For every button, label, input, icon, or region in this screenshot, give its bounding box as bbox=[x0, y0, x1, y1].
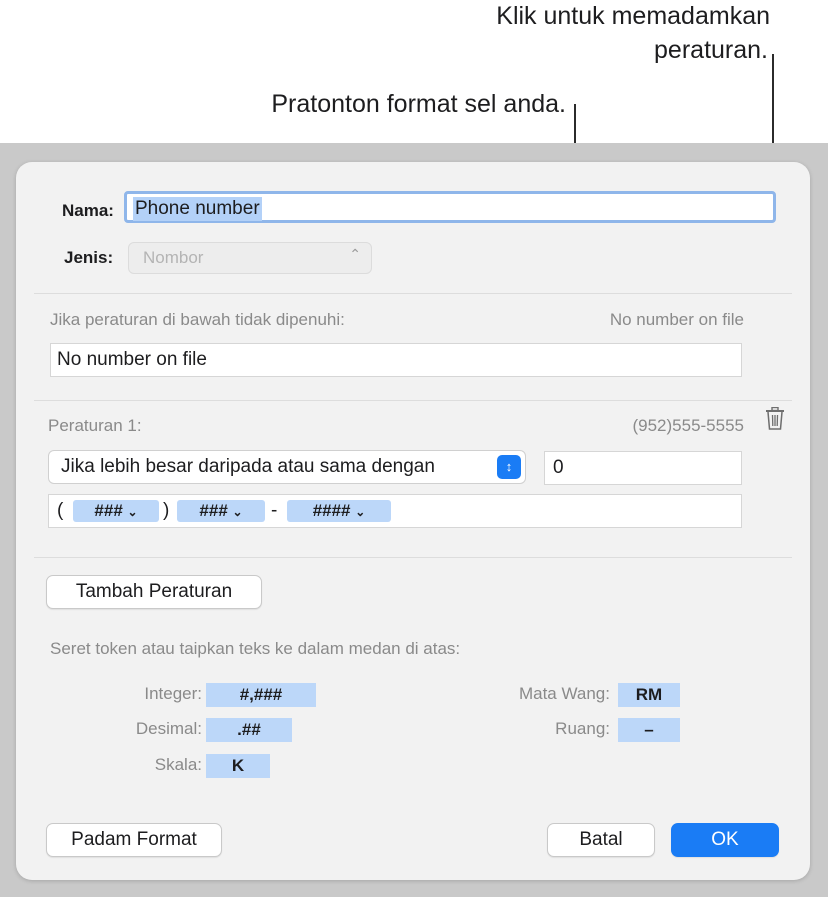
rule-label: Peraturan 1: bbox=[48, 416, 142, 435]
fallback-input[interactable]: No number on file bbox=[50, 343, 742, 377]
rule-preview: (952)555-5555 bbox=[632, 416, 744, 435]
token-hint: Seret token atau taipkan teks ke dalam m… bbox=[50, 639, 461, 658]
delete-rule-callout-line2: peraturan. bbox=[654, 36, 768, 64]
format-token-area-code[interactable]: ### ⌄ bbox=[73, 500, 159, 522]
integer-token[interactable]: #,### bbox=[206, 683, 316, 707]
space-token[interactable]: – bbox=[618, 718, 680, 742]
token-text: ### bbox=[94, 501, 123, 520]
integer-label: Integer: bbox=[144, 684, 202, 703]
scale-token[interactable]: K bbox=[206, 754, 270, 778]
trash-icon[interactable] bbox=[765, 407, 785, 431]
chevron-down-icon: ⌄ bbox=[232, 505, 243, 519]
ok-button[interactable]: OK bbox=[671, 823, 779, 857]
currency-token[interactable]: RM bbox=[618, 683, 680, 707]
type-label: Jenis: bbox=[64, 248, 114, 267]
custom-format-dialog: Nama: Phone number Jenis: Nombor ⌃ Jika … bbox=[16, 162, 810, 880]
format-dash: - bbox=[271, 500, 278, 521]
format-open-paren: ( bbox=[57, 500, 64, 521]
format-close-paren: ) bbox=[163, 500, 170, 521]
format-field[interactable]: ( ### ⌄ ) ### ⌄ - #### ⌄ bbox=[48, 494, 742, 528]
rule-condition-value: Jika lebih besar daripada atau sama deng… bbox=[61, 456, 435, 477]
name-value: Phone number bbox=[133, 197, 262, 221]
fallback-label: Jika peraturan di bawah tidak dipenuhi: bbox=[50, 310, 345, 329]
separator-3 bbox=[34, 557, 792, 558]
rule-value-input[interactable]: 0 bbox=[544, 451, 742, 485]
rule-condition-popup[interactable]: Jika lebih besar daripada atau sama deng… bbox=[48, 450, 526, 484]
decimal-token[interactable]: .## bbox=[206, 718, 292, 742]
name-input[interactable]: Phone number bbox=[124, 191, 776, 223]
delete-format-button[interactable]: Padam Format bbox=[46, 823, 222, 857]
format-token-prefix[interactable]: ### ⌄ bbox=[177, 500, 265, 522]
token-text: ### bbox=[199, 501, 228, 520]
separator-1 bbox=[34, 293, 792, 294]
rule-value: 0 bbox=[553, 457, 564, 478]
chevron-down-icon: ⌄ bbox=[127, 505, 138, 519]
space-label: Ruang: bbox=[555, 719, 610, 738]
name-label: Nama: bbox=[62, 201, 114, 220]
type-value: Nombor bbox=[143, 248, 204, 267]
fallback-preview: No number on file bbox=[609, 310, 744, 329]
format-token-line[interactable]: #### ⌄ bbox=[287, 500, 391, 522]
type-popup: Nombor ⌃ bbox=[128, 242, 372, 274]
chevron-down-icon: ⌄ bbox=[355, 505, 366, 519]
updown-chevron-icon: ↕ bbox=[497, 455, 521, 479]
preview-callout: Pratonton format sel anda. bbox=[271, 90, 566, 118]
fallback-value: No number on file bbox=[57, 349, 207, 370]
token-text: #### bbox=[312, 501, 351, 520]
scale-label: Skala: bbox=[154, 755, 202, 774]
updown-chevron-icon: ⌃ bbox=[349, 246, 361, 262]
cancel-button[interactable]: Batal bbox=[547, 823, 655, 857]
decimal-label: Desimal: bbox=[135, 719, 202, 738]
add-rule-button[interactable]: Tambah Peraturan bbox=[46, 575, 262, 609]
separator-2 bbox=[34, 400, 792, 401]
delete-rule-callout-line1: Klik untuk memadamkan bbox=[496, 2, 770, 30]
currency-label: Mata Wang: bbox=[518, 684, 610, 703]
